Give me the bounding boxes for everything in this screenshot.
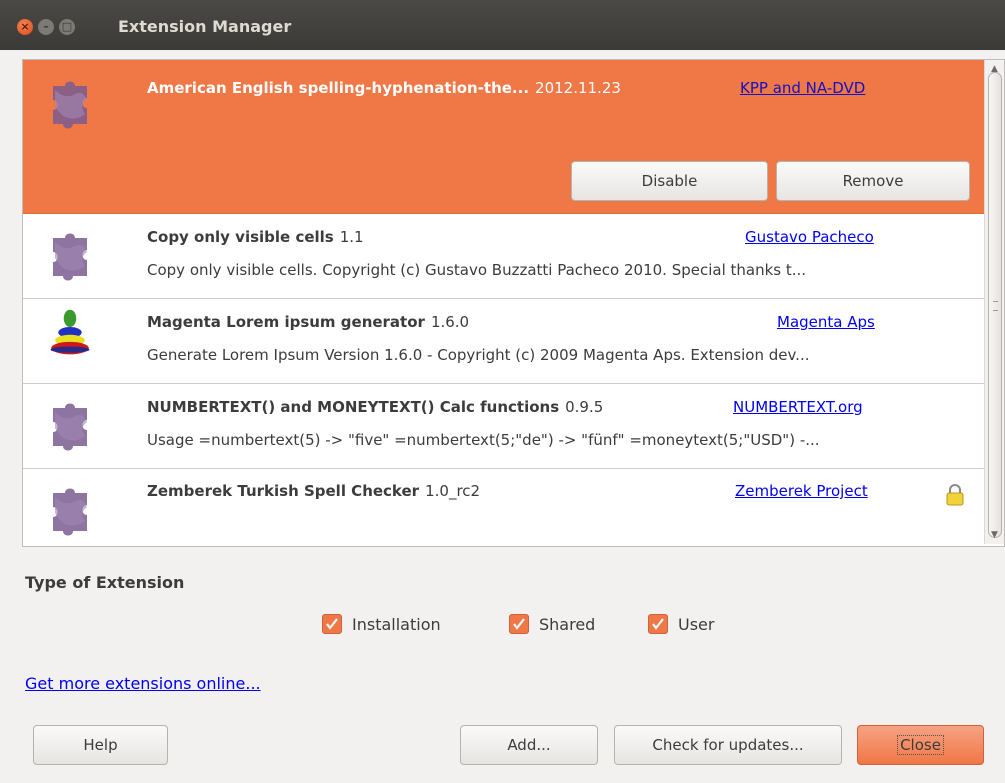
stacking-rings-icon: [50, 309, 90, 355]
add-button[interactable]: Add...: [460, 725, 598, 765]
extension-name: Zemberek Turkish Spell Checker 1.0_rc2: [147, 482, 481, 500]
extension-item-zemberek[interactable]: Zemberek Turkish Spell Checker 1.0_rc2 Ze…: [23, 469, 984, 546]
puzzle-icon: [53, 403, 87, 451]
extension-version: 1.6.0: [430, 313, 470, 331]
checkbox-box[interactable]: [648, 614, 668, 634]
extension-name: Magenta Lorem ipsum generator 1.6.0: [147, 313, 470, 331]
window-minimize-button[interactable]: –: [38, 19, 54, 35]
extension-version: 1.1: [339, 228, 364, 246]
extension-publisher-link[interactable]: Zemberek Project: [735, 482, 868, 500]
extension-description: Copy only visible cells. Copyright (c) G…: [147, 261, 807, 279]
scrollbar-thumb[interactable]: [988, 72, 1002, 538]
extension-publisher-link[interactable]: NUMBERTEXT.org: [733, 398, 863, 416]
extension-description: Usage =numbertext(5) -> "five" =numberte…: [147, 431, 820, 449]
extension-name: American English spelling-hyphenation-th…: [147, 79, 621, 97]
extension-version: 0.9.5: [565, 398, 604, 416]
extension-description: Generate Lorem Ipsum Version 1.6.0 - Cop…: [147, 346, 810, 364]
extension-list[interactable]: American English spelling-hyphenation-th…: [22, 59, 1005, 547]
puzzle-icon: [53, 488, 87, 536]
checkbox-installation[interactable]: Installation: [322, 614, 441, 634]
extension-name: NUMBERTEXT() and MONEYTEXT() Calc functi…: [147, 398, 604, 416]
extension-version: 2012.11.23: [535, 79, 621, 97]
scroll-up-arrow-icon[interactable]: ▲: [988, 64, 1001, 76]
close-button[interactable]: Close: [857, 725, 984, 765]
lock-icon: [946, 484, 964, 506]
extension-item-numbertext[interactable]: NUMBERTEXT() and MONEYTEXT() Calc functi…: [23, 384, 984, 469]
window-close-button[interactable]: ×: [17, 19, 33, 35]
scroll-down-arrow-icon[interactable]: ▼: [988, 530, 1001, 542]
window-maximize-button[interactable]: □: [59, 19, 75, 35]
extension-publisher-link[interactable]: Gustavo Pacheco: [745, 228, 874, 246]
extension-item-copy-visible-cells[interactable]: Copy only visible cells 1.1 Gustavo Pache…: [23, 214, 984, 299]
extension-publisher-link[interactable]: KPP and NA-DVD: [740, 79, 865, 97]
window-title: Extension Manager: [118, 17, 292, 36]
type-of-extension-heading: Type of Extension: [25, 573, 185, 592]
get-more-extensions-link[interactable]: Get more extensions online...: [25, 674, 261, 693]
disable-button[interactable]: Disable: [571, 161, 768, 201]
puzzle-icon: [53, 233, 87, 281]
scrollbar-grip-icon: [993, 301, 998, 311]
list-scrollbar[interactable]: ▲ ▼: [984, 60, 1004, 544]
checkbox-box[interactable]: [322, 614, 342, 634]
check-for-updates-button[interactable]: Check for updates...: [614, 725, 842, 765]
window-titlebar: × – □ Extension Manager: [0, 0, 1005, 50]
extension-item-american-english[interactable]: American English spelling-hyphenation-th…: [23, 60, 984, 214]
extension-publisher-link[interactable]: Magenta Aps: [777, 313, 875, 331]
extension-name: Copy only visible cells 1.1: [147, 228, 364, 246]
extension-item-magenta-lorem[interactable]: Magenta Lorem ipsum generator 1.6.0 Magen…: [23, 299, 984, 384]
puzzle-icon: [53, 81, 87, 129]
help-button[interactable]: Help: [33, 725, 168, 765]
checkbox-shared[interactable]: Shared: [509, 614, 595, 634]
extension-version: 1.0_rc2: [425, 482, 481, 500]
checkbox-box[interactable]: [509, 614, 529, 634]
checkbox-label: Installation: [352, 614, 441, 634]
checkbox-label: Shared: [539, 614, 596, 634]
checkbox-user[interactable]: User: [648, 614, 714, 634]
remove-button[interactable]: Remove: [776, 161, 970, 201]
checkbox-label: User: [678, 614, 715, 634]
